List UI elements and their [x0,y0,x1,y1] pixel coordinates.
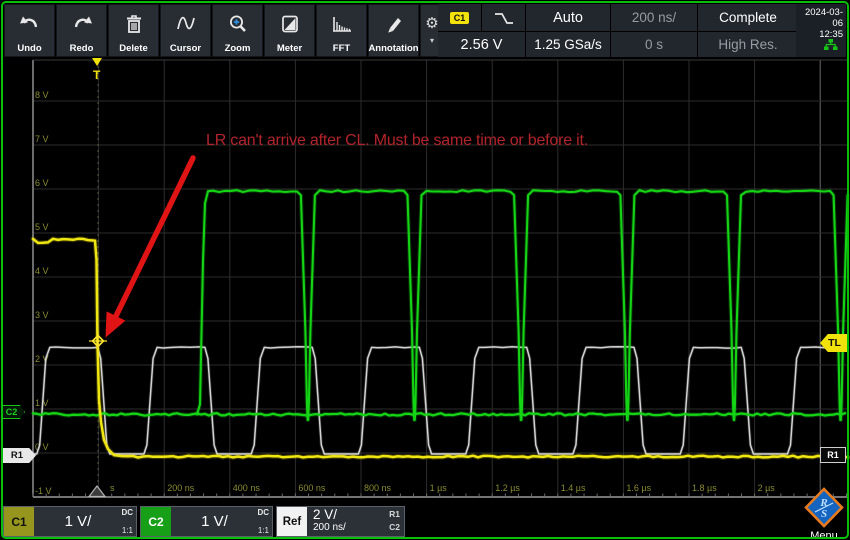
redo-icon [70,5,94,43]
c1-coupling: DC [121,508,133,517]
datetime-cell[interactable]: 2024-03-06 12:35 [796,4,846,57]
svg-text:5 V: 5 V [35,222,49,232]
zoom-button[interactable]: Zoom [212,4,263,57]
cursor-waveform-icon [174,5,198,43]
annotation-button[interactable]: Annotation [368,4,419,57]
annotation-label: Annotation [368,43,418,54]
c2-badge: C2 [141,507,171,536]
ref-name: R1 [389,508,400,521]
meter-button[interactable]: Meter [264,4,315,57]
meter-label: Meter [277,43,302,54]
svg-text:400 ns: 400 ns [233,483,261,493]
ref-timebase: 200 ns/ [313,521,346,534]
status-bar: C1 Auto 200 ns/ Complete 2.56 V 1.25 GSa… [438,4,795,57]
channel-bar: C1 1 V/ DC 1:1 C2 1 V/ DC 1:1 Ref 2 V/ 2… [0,503,850,540]
annotation-pencil-icon [383,5,405,43]
settings-gear-icon: ⚙ [425,16,438,32]
undo-label: Undo [17,43,41,54]
c2-scale: 1 V/ [171,507,258,536]
channel-c1-control[interactable]: C1 1 V/ DC 1:1 [3,506,137,537]
svg-text:2 µs: 2 µs [758,483,776,493]
trigger-level-cell[interactable]: 2.56 V [438,32,525,57]
svg-text:8 V: 8 V [35,90,49,100]
svg-text:1 µs: 1 µs [430,483,448,493]
ref-source: C2 [389,521,400,534]
c1-badge: C1 [4,507,34,536]
trash-icon [123,5,145,43]
network-lan-icon [823,38,838,54]
reference-control[interactable]: Ref 2 V/ 200 ns/ R1 C2 [276,506,405,537]
waveform-display[interactable]: 8 V7 V6 V5 V4 V3 V2 V1 V0 V-1 V200 ns400… [0,0,850,540]
annotation-text: LR can't arrive after CL. Must be same t… [206,132,588,150]
menu-button[interactable]: R S Menu [800,487,848,539]
svg-text:6 V: 6 V [35,178,49,188]
svg-text:-1 V: -1 V [35,486,52,496]
svg-text:s: s [110,483,115,493]
c1-scale: 1 V/ [34,507,122,536]
redo-label: Redo [70,43,94,54]
fft-label: FFT [333,43,350,54]
redo-button[interactable]: Redo [56,4,107,57]
delete-button[interactable]: Delete [108,4,159,57]
svg-text:S: S [821,508,827,520]
c2-probe: 1:1 [258,526,269,535]
ref-scale: 2 V/ [313,508,346,521]
rs-logo: R S [802,487,846,528]
menu-label: Menu [800,530,848,540]
channel-c2-control[interactable]: C2 1 V/ DC 1:1 [140,506,273,537]
timebase-cell[interactable]: 200 ns/ [611,4,697,31]
zoom-label: Zoom [225,43,251,54]
svg-text:1.6 µs: 1.6 µs [626,483,651,493]
svg-text:800 ns: 800 ns [364,483,392,493]
svg-text:4 V: 4 V [35,266,49,276]
acquisition-status-cell[interactable]: Complete [698,4,798,31]
svg-text:1.8 µs: 1.8 µs [692,483,717,493]
svg-text:200 ns: 200 ns [167,483,195,493]
meter-icon [279,5,301,43]
delete-label: Delete [119,43,148,54]
date-label: 2024-03-06 [796,7,843,29]
oscilloscope-screen: 8 V7 V6 V5 V4 V3 V2 V1 V0 V-1 V200 ns400… [0,0,850,540]
trigger-mode-cell[interactable]: Auto [526,4,610,31]
svg-text:T: T [93,68,101,82]
trigger-slope-icon [481,4,525,31]
svg-text:600 ns: 600 ns [298,483,326,493]
r1-right-tag[interactable]: R1 [820,447,846,463]
svg-text:1.4 µs: 1.4 µs [561,483,586,493]
fft-button[interactable]: FFT [316,4,367,57]
fft-spectrum-icon [330,5,354,43]
trigger-source-badge: C1 [450,12,470,24]
horizontal-position-cell[interactable]: 0 s [611,32,697,57]
svg-text:1.2 µs: 1.2 µs [495,483,520,493]
cursor-button[interactable]: Cursor [160,4,211,57]
c1-probe: 1:1 [122,526,133,535]
sample-rate-cell[interactable]: 1.25 GSa/s [526,32,610,57]
svg-text:7 V: 7 V [35,134,49,144]
acquisition-mode-cell[interactable]: High Res. [698,32,798,57]
chevron-down-icon: ▾ [430,36,434,45]
trigger-source-cell[interactable]: C1 [438,4,525,31]
undo-icon [18,5,42,43]
svg-text:3 V: 3 V [35,310,49,320]
ref-badge: Ref [277,507,307,536]
r1-reference-tag[interactable]: R1 [2,448,36,463]
toolbar: Undo Redo Delete Cursor Zoom [4,4,444,57]
c2-coupling: DC [257,508,269,517]
zoom-magnifier-icon [227,5,249,43]
cursor-label: Cursor [170,43,201,54]
undo-button[interactable]: Undo [4,4,55,57]
